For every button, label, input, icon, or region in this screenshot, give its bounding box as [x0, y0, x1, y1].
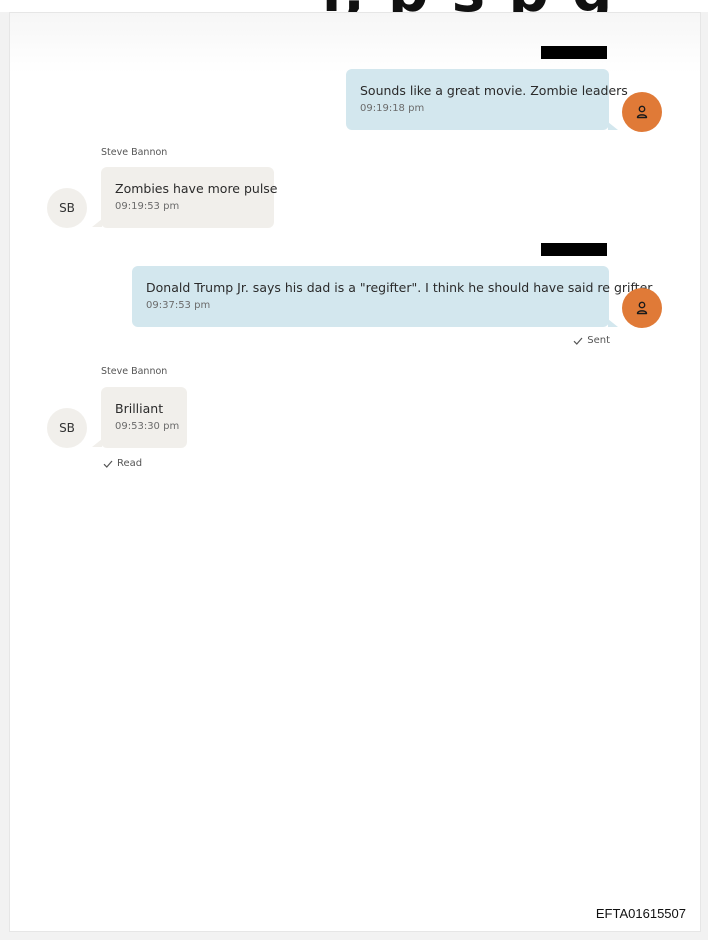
- avatar: SB: [47, 188, 87, 228]
- message-bubble-incoming[interactable]: Brilliant 09:53:30 pm: [101, 387, 187, 448]
- check-icon: [103, 460, 113, 468]
- sender-name: Steve Bannon: [101, 147, 168, 158]
- my-avatar: [622, 288, 662, 328]
- delivery-status: Sent: [573, 335, 610, 346]
- message-text: Brilliant: [115, 401, 164, 416]
- message-time: 09:37:53 pm: [146, 300, 211, 311]
- header-fade: [10, 13, 700, 73]
- redacted-sender-name: [541, 46, 607, 59]
- read-status: Read: [103, 458, 142, 469]
- avatar: SB: [47, 408, 87, 448]
- status-text: Sent: [587, 335, 610, 346]
- message-transcript-page: Sounds like a great movie. Zombie leader…: [9, 12, 701, 932]
- bubble-tail: [608, 319, 618, 327]
- check-icon: [573, 337, 583, 345]
- bubble-tail: [608, 122, 618, 130]
- message-text: Zombies have more pulse: [115, 181, 278, 196]
- message-text: Sounds like a great movie. Zombie leader…: [360, 83, 628, 98]
- cut-off-header-text: r, p s p g: [322, 0, 614, 12]
- message-time: 09:19:53 pm: [115, 201, 180, 212]
- document-id: EFTA01615507: [595, 906, 686, 921]
- message-bubble-outgoing[interactable]: Sounds like a great movie. Zombie leader…: [346, 69, 628, 130]
- status-text: Read: [117, 458, 143, 469]
- sender-name: Steve Bannon: [101, 366, 168, 377]
- cut-off-header: r, p s p g: [0, 0, 708, 12]
- message-time: 09:53:30 pm: [115, 421, 180, 432]
- person-icon: [636, 301, 648, 315]
- message-text: Donald Trump Jr. says his dad is a "regi…: [146, 280, 653, 295]
- person-icon: [636, 105, 648, 119]
- my-avatar: [622, 92, 662, 132]
- redacted-sender-name: [541, 243, 607, 256]
- message-time: 09:19:18 pm: [360, 103, 425, 114]
- message-bubble-outgoing[interactable]: Donald Trump Jr. says his dad is a "regi…: [132, 266, 653, 327]
- message-bubble-incoming[interactable]: Zombies have more pulse 09:19:53 pm: [101, 167, 278, 228]
